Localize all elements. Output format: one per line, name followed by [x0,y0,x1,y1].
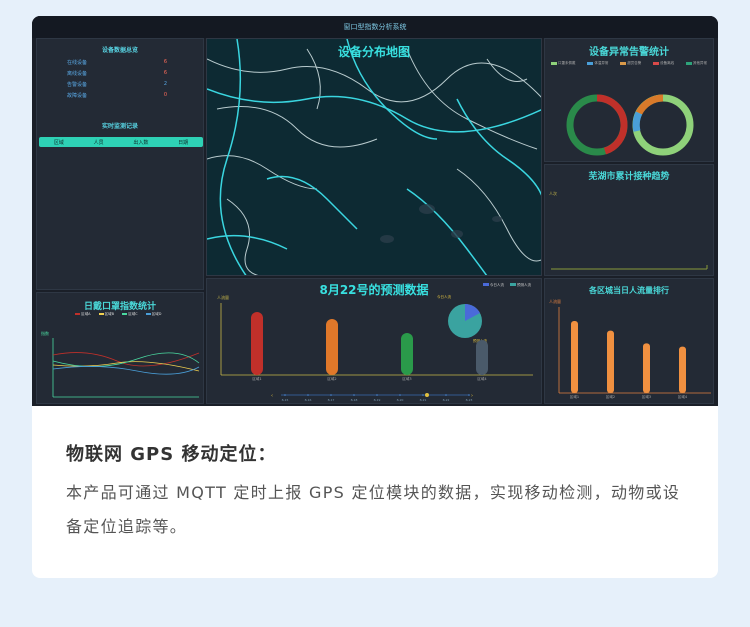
dashboard-title: 窗口型指数分析系统 [32,16,718,38]
timeline-dot[interactable] [353,394,355,396]
timeline-label: 8-21 [420,398,427,402]
ranking-bar-label: 区域4 [678,394,688,399]
timeline-label: 8-18 [351,398,358,402]
ranking-bar [643,343,650,393]
ranking-bar-label: 区域3 [642,394,651,399]
map-panel[interactable]: 设备分布地图 [206,38,542,276]
timeline-dot[interactable] [376,394,378,396]
prediction-bar-label: 区域1 [252,376,261,381]
map-roads [207,39,541,275]
ranking-panel: 各区城当日人流量排行 人流量 区域1 区域2 区域3 区域4 [544,278,714,404]
prediction-bar [326,319,338,375]
timeline-dot[interactable] [468,394,470,396]
timeline-label: 8-17 [328,398,335,402]
trend-panel: 芜湖市累计接种趋势 人次 [544,164,714,276]
prediction-pie [448,304,482,338]
stat-row: 故障设备 0 [67,92,167,99]
timeline-dot[interactable] [307,394,309,396]
prediction-bar-label: 区域2 [327,376,336,381]
timeline-prev-icon[interactable]: ‹ [271,393,273,399]
prediction-bar [476,340,488,375]
devices-panel-title: 设备数据总览 [101,47,138,54]
prediction-bar [251,312,263,375]
timeline-label: 8-16 [305,398,312,402]
mask-chart [52,338,200,398]
ranking-chart: 区域1 区域2 区域3 区域4 [558,307,711,399]
table-header-cell: 区域 [53,139,64,146]
pie-label: 今日人流 [437,294,451,299]
prediction-panel: 8月22号的预测数据 今日人流 预测人流 人流量 今日人流 预测人流 区域1区域… [206,278,542,404]
timeline-label: 8-20 [397,398,404,402]
table-header-cell: 日期 [178,139,189,146]
alarm-donuts [566,94,694,156]
stat-row: 告警设备 2 [67,81,167,88]
feature-text: 物联网 GPS 移动定位： 本产品可通过 MQTT 定时上报 GPS 定位模块的… [66,440,696,544]
feature-heading: 物联网 GPS 移动定位： [66,444,277,465]
timeline-dot[interactable] [330,394,332,396]
table-header-cell: 人员 [93,139,104,146]
timeline-label: 8-22 [443,398,450,402]
timeline-dot[interactable] [284,394,286,396]
ranking-bar-label: 区域1 [570,394,579,399]
timeline-label: 8-23 [466,398,473,402]
trend-chart [551,265,708,270]
prediction-bar [401,333,413,375]
devices-panel: 设备数据总览 在线设备 6 离线设备 6 告警设备 2 故障设备 0 实时监测记录 区域… [36,38,204,290]
feature-card: 窗口型指数分析系统 设备数据总览 在线设备 6 离线设备 6 告警设备 2 故障设备 0… [32,16,718,578]
records-title: 实时监测记录 [101,123,138,130]
timeline-label: 8-19 [374,398,381,402]
timeline-dot[interactable] [399,394,401,396]
ranking-bar [571,321,578,393]
mask-index-panel: 日戴口罩指数统计 区域A 区域B 区域C 区域D 指数 [36,292,204,404]
stat-row: 离线设备 6 [67,70,167,77]
table-header-cell: 出入数 [133,139,149,146]
prediction-chart: 今日人流 预测人流 区域1区域2区域3区域4 ‹ › 8-158-168-178… [220,294,533,402]
timeline-label: 8-15 [282,398,289,402]
map-title: 设备分布地图 [337,45,410,59]
ranking-bar-label: 区域2 [606,394,615,399]
stat-row: 在线设备 6 [67,59,167,66]
timeline-handle[interactable] [425,393,429,397]
dashboard-screenshot: 窗口型指数分析系统 设备数据总览 在线设备 6 离线设备 6 告警设备 2 故障设备 0… [32,16,718,406]
ranking-bar [679,346,686,393]
feature-description: 本产品可通过 MQTT 定时上报 GPS 定位模块的数据，实现移动检测，动物或设… [66,483,681,536]
prediction-bar-label: 区域4 [477,376,487,381]
alarm-panel: 设备异常告警统计 口罩未佩戴 体温异常 超员告警 设备离线 其他异常 [544,38,714,162]
records-table-header: 区域 人员 出入数 日期 [39,137,203,147]
timeline-dot[interactable] [445,394,447,396]
prediction-bar-label: 区域3 [402,376,411,381]
timeline-dot[interactable] [422,394,424,396]
ranking-bar [607,330,614,393]
